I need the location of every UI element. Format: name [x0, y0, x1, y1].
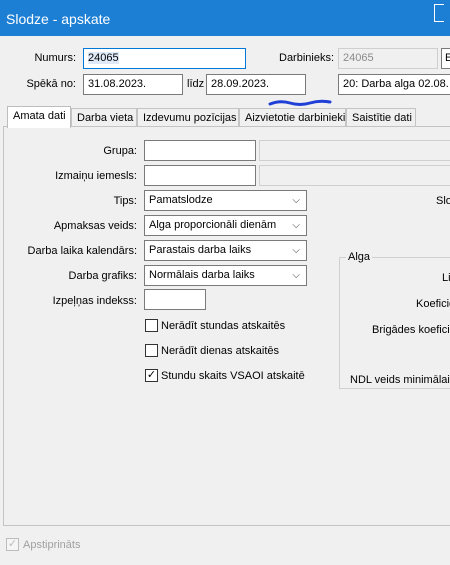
- izmainu-label: Izmaiņu iemesls:: [55, 170, 137, 182]
- alga-group-caption: Alga: [346, 251, 373, 263]
- apmaksas-label: Apmaksas veids:: [53, 220, 137, 232]
- darbinieks-name-field[interactable]: E: [441, 48, 450, 69]
- footer: ✓ Apstiprināts: [0, 526, 450, 565]
- grupa-label: Grupa:: [103, 145, 137, 157]
- alga-type-field[interactable]: 20: Darba alga 02.08.: [338, 74, 450, 95]
- tab-amata-dati[interactable]: Amata dati: [7, 106, 71, 128]
- darbinieks-label: Darbinieks:: [279, 52, 335, 64]
- amata-dati-panel: Grupa: Izmaiņu iemesls: Tips: Pamatslodz…: [3, 126, 450, 526]
- tab-darba-vieta[interactable]: Darba vieta: [71, 108, 137, 127]
- lidz-label: līdz: [187, 78, 205, 90]
- nerādīt-dienas-label: Nerādīt dienas atskaitēs: [161, 345, 280, 357]
- tab-aizvietotie-darbinieki[interactable]: Aizvietotie darbinieki: [239, 108, 346, 127]
- kalendars-select[interactable]: Parastais darba laiks ⌵: [144, 240, 307, 261]
- tips-label: Tips:: [113, 195, 137, 207]
- nerādīt-stundas-checkbox[interactable]: [145, 319, 158, 332]
- indekss-field[interactable]: [144, 289, 206, 310]
- apmaksas-select[interactable]: Alga proporcionāli dienām ⌵: [144, 215, 307, 236]
- kalendars-label: Darba laika kalendārs:: [27, 245, 137, 257]
- tab-saistitie-dati[interactable]: Saistītie dati: [346, 108, 416, 127]
- alga-row-koeficients: Koeficie: [416, 298, 450, 310]
- annotation-squiggle: [268, 99, 332, 106]
- window-control[interactable]: [434, 4, 444, 22]
- stundu-skaits-checkbox[interactable]: ✓: [145, 369, 158, 382]
- window-body: Numurs: 24065 Darbinieks: 24065 E Spēkā …: [0, 36, 450, 565]
- window-title: Slodze - apskate: [6, 11, 111, 27]
- tips-select[interactable]: Pamatslodze ⌵: [144, 190, 307, 211]
- alga-row-lik: Lik: [442, 272, 450, 284]
- alga-group: Alga Lik Koeficie Brigādes koeficie NDL …: [339, 251, 450, 389]
- grafiks-label: Darba grafiks:: [68, 270, 137, 282]
- izmainu-desc-field: [259, 165, 450, 186]
- stundu-skaits-label: Stundu skaits VSAOI atskaitē: [161, 370, 305, 382]
- apstiprinats-label: Apstiprināts: [23, 539, 81, 551]
- nerādīt-stundas-label: Nerādīt stundas atskaitēs: [161, 320, 286, 332]
- numurs-label: Numurs:: [34, 52, 76, 64]
- grupa-desc-field: [259, 140, 450, 161]
- darbinieks-field[interactable]: 24065: [338, 48, 438, 69]
- tab-izdevumu-pozicijas[interactable]: Izdevumu pozīcijas: [137, 108, 239, 127]
- title-bar: Slodze - apskate: [0, 0, 450, 36]
- indekss-label: Izpeļņas indekss:: [52, 295, 137, 307]
- chevron-down-icon: ⌵: [292, 195, 300, 206]
- speka-date-field[interactable]: 31.08.2023.: [83, 74, 183, 95]
- alga-row-ndl: NDL veids minimālai a: [350, 374, 450, 386]
- slodze-label-cut: Slo: [436, 195, 450, 207]
- chevron-down-icon: ⌵: [292, 270, 300, 281]
- grafiks-select[interactable]: Normālais darba laiks ⌵: [144, 265, 307, 286]
- chevron-down-icon: ⌵: [292, 245, 300, 256]
- apstiprinats-checkbox: ✓: [6, 538, 19, 551]
- chevron-down-icon: ⌵: [292, 220, 300, 231]
- izmainu-field[interactable]: [144, 165, 256, 186]
- lidz-date-field[interactable]: 28.09.2023.: [206, 74, 306, 95]
- alga-row-brigades: Brigādes koeficie: [372, 324, 450, 336]
- nerādīt-dienas-checkbox[interactable]: [145, 344, 158, 357]
- speka-label: Spēkā no:: [26, 78, 76, 90]
- grupa-field[interactable]: [144, 140, 256, 161]
- numurs-field[interactable]: 24065: [83, 48, 246, 69]
